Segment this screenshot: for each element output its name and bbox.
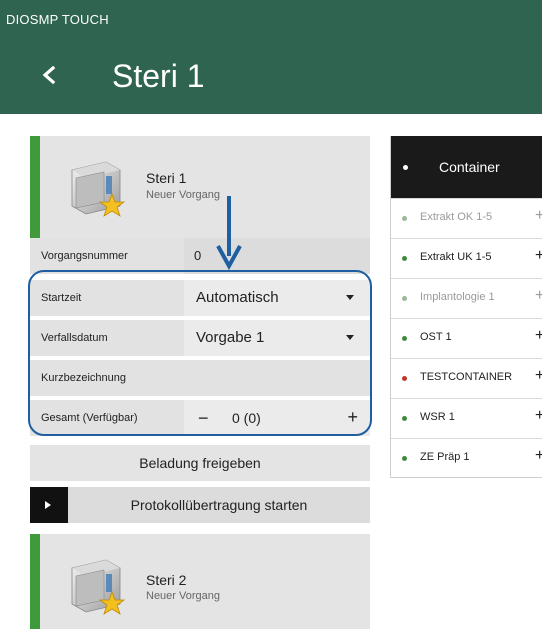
container-item[interactable]: OST 1 + xyxy=(391,318,542,357)
add-icon[interactable]: + xyxy=(535,368,542,384)
total-stepper: − 0 (0) + xyxy=(184,400,370,436)
container-name: Extrakt OK 1-5 xyxy=(420,211,493,223)
status-dot-icon xyxy=(402,296,407,301)
plus-icon[interactable]: + xyxy=(347,408,358,426)
caret-down-icon xyxy=(346,295,354,300)
expiry-date-row: Verfallsdatum Vorgabe 1 xyxy=(30,320,370,356)
status-dot-icon xyxy=(402,376,407,381)
sterilizer-status: Neuer Vorgang xyxy=(146,590,220,602)
sterilizer-star-icon xyxy=(71,559,126,615)
add-icon[interactable]: + xyxy=(535,328,542,344)
sterilizer-star-icon xyxy=(71,161,126,217)
expiry-date-value: Vorgabe 1 xyxy=(196,329,265,346)
start-time-row: Startzeit Automatisch xyxy=(30,280,370,316)
total-label: Gesamt (Verfügbar) xyxy=(30,400,184,436)
sterilizer-name: Steri 1 xyxy=(146,170,187,186)
container-name: TESTCONTAINER xyxy=(420,371,513,383)
short-name-row: Kurzbezeichnung xyxy=(30,360,370,396)
add-icon[interactable]: + xyxy=(535,248,542,264)
container-name: OST 1 xyxy=(420,331,452,343)
expiry-date-label: Verfallsdatum xyxy=(30,320,184,356)
sterilizer-name: Steri 2 xyxy=(146,572,187,588)
app-header: DIOSMP TOUCH Steri 1 xyxy=(0,0,542,114)
container-name: ZE Präp 1 xyxy=(420,451,470,463)
app-name: DIOSMP TOUCH xyxy=(6,12,109,27)
caret-down-icon xyxy=(346,335,354,340)
container-list: Container Extrakt OK 1-5 + Extrakt UK 1-5 +… xyxy=(390,136,542,478)
container-header[interactable]: Container xyxy=(391,136,542,198)
container-item[interactable]: TESTCONTAINER + xyxy=(391,358,542,397)
sterilizer-card[interactable]: Steri 1 Neuer Vorgang xyxy=(30,136,370,238)
status-dot-icon xyxy=(402,456,407,461)
container-item[interactable]: ZE Präp 1 + xyxy=(391,438,542,477)
process-number-label: Vorgangsnummer xyxy=(30,238,184,274)
arrow-down-icon xyxy=(216,196,242,271)
release-load-button[interactable]: Beladung freigeben xyxy=(30,445,370,481)
container-name: Extrakt UK 1-5 xyxy=(420,251,492,263)
sterilizer-status: Neuer Vorgang xyxy=(146,189,220,201)
start-time-select[interactable]: Automatisch xyxy=(184,280,370,316)
page-title: Steri 1 xyxy=(112,58,205,94)
container-header-label: Container xyxy=(439,159,500,175)
play-icon xyxy=(45,501,51,509)
container-item[interactable]: Extrakt UK 1-5 + xyxy=(391,238,542,277)
container-item[interactable]: Extrakt OK 1-5 + xyxy=(391,198,542,237)
start-time-value: Automatisch xyxy=(196,289,279,306)
short-name-input[interactable] xyxy=(184,360,370,396)
status-accent xyxy=(30,136,40,238)
process-number-value: 0 xyxy=(184,238,370,274)
container-name: Implantologie 1 xyxy=(420,291,495,303)
status-accent xyxy=(30,534,40,629)
process-number-row: Vorgangsnummer 0 xyxy=(30,238,370,274)
start-protocol-button[interactable]: Protokollübertragung starten xyxy=(30,487,370,523)
container-item[interactable]: WSR 1 + xyxy=(391,398,542,437)
play-button[interactable] xyxy=(30,487,68,523)
bullet-icon xyxy=(403,165,408,170)
add-icon[interactable]: + xyxy=(535,208,542,224)
status-dot-icon xyxy=(402,336,407,341)
status-dot-icon xyxy=(402,216,407,221)
add-icon[interactable]: + xyxy=(535,448,542,464)
container-item[interactable]: Implantologie 1 + xyxy=(391,278,542,317)
status-dot-icon xyxy=(402,256,407,261)
minus-icon[interactable]: − xyxy=(198,409,209,427)
sterilizer-card[interactable]: Steri 2 Neuer Vorgang xyxy=(30,534,370,629)
add-icon[interactable]: + xyxy=(535,408,542,424)
status-dot-icon xyxy=(402,416,407,421)
add-icon[interactable]: + xyxy=(535,288,542,304)
start-protocol-label: Protokollübertragung starten xyxy=(130,497,308,513)
chevron-left-icon[interactable] xyxy=(38,60,60,90)
start-time-label: Startzeit xyxy=(30,280,184,316)
short-name-label: Kurzbezeichnung xyxy=(30,360,184,396)
total-row: Gesamt (Verfügbar) − 0 (0) + xyxy=(30,400,370,436)
expiry-date-select[interactable]: Vorgabe 1 xyxy=(184,320,370,356)
total-value: 0 (0) xyxy=(232,410,261,426)
container-name: WSR 1 xyxy=(420,411,455,423)
